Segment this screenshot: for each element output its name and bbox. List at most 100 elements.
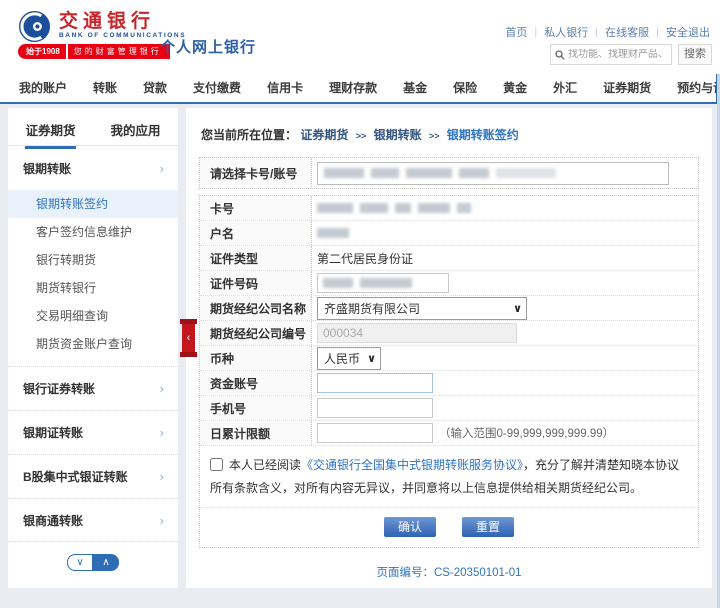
search-button[interactable]: 搜索 [678,44,712,65]
id-number-redacted [360,278,412,288]
daily-limit-input[interactable] [317,423,433,443]
sidebar-item-futures-to-bank[interactable]: 期货转银行 [8,274,178,302]
confirm-button[interactable]: 确认 [384,517,436,537]
link-online-service[interactable]: 在线客服 [605,24,649,40]
daily-limit-hint: （输入范围0-99,999,999,999.99） [439,425,614,441]
tagline-year: 始于1908 [18,44,66,59]
breadcrumb: 您当前所在位置： 证券期货 >> 银期转账 >> 银期转账签约 [201,126,699,143]
id-type-value: 第二代居民身份证 [317,250,413,267]
bank-tagline: 始于1908 您的财富管理银行 [18,44,170,58]
tab-securities-futures[interactable]: 证券期货 [8,108,93,145]
nav-funds[interactable]: 基金 [390,79,440,96]
sidebar-group-bank-futures-cert-transfer[interactable]: 银期证转账 › [8,410,178,454]
sidebar-item-futures-account-query[interactable]: 期货资金账户查询 [8,330,178,358]
sidebar-group-yinshangtong-transfer[interactable]: 银商通转账 › [8,498,178,542]
nav-transfer[interactable]: 转账 [80,79,130,96]
currency-dropdown[interactable]: 人民币 ∨ [317,347,381,370]
nav-credit-card[interactable]: 信用卡 [254,79,316,96]
nav-insurance[interactable]: 保险 [440,79,490,96]
currency-value: 人民币 [324,350,360,367]
mobile-input[interactable] [317,398,433,418]
futures-company-dropdown[interactable]: 齐盛期货有限公司 ∨ [317,297,527,320]
form-row-daily-limit: 日累计限额 （输入范围0-99,999,999,999.99） [200,421,698,446]
chevron-left-icon: ‹ [187,332,191,344]
agreement-prefix: 本人已经阅读 [229,458,301,472]
breadcrumb-prefix: 您当前所在位置： [201,128,297,142]
sidebar-item-transaction-detail-query[interactable]: 交易明细查询 [8,302,178,330]
search-icon [555,50,565,60]
card-number-redacted [496,168,556,178]
nav-my-accounts[interactable]: 我的账户 [6,79,80,96]
chevron-right-icon: › [160,425,164,440]
sidebar-group-bshare-transfer[interactable]: B股集中式银证转账 › [8,454,178,498]
card-number-redacted [395,203,411,213]
form-row-id-number: 证件号码 [200,271,698,296]
search-bar: 搜索 [550,44,712,65]
bank-name-cn: 交通银行 [59,10,186,32]
card-number-redacted [317,203,353,213]
nav-appointments-settings[interactable]: 预约与设置 [664,79,720,96]
select-arrow-icon: ∨ [507,302,522,315]
pager-up-button[interactable]: ∧ [93,554,119,571]
futures-company-code-input [317,323,517,343]
reset-button[interactable]: 重置 [462,517,514,537]
breadcrumb-separator: >> [356,131,367,141]
link-safe-logout[interactable]: 安全退出 [666,24,710,40]
chevron-right-icon: › [160,381,164,396]
chevron-right-icon: › [160,469,164,484]
futures-company-value: 齐盛期货有限公司 [324,300,420,317]
search-field-wrap [550,44,672,65]
sidebar: 证券期货 我的应用 银期转账 › 银期转账签约 客户签约信息维护 银行转期货 期… [8,108,178,588]
tagline-text: 您的财富管理银行 [68,44,170,59]
sidebar-item-signup-info-maintain[interactable]: 客户签约信息维护 [8,218,178,246]
sidebar-collapse-button[interactable]: ‹ [182,322,195,354]
agreement-link[interactable]: 《交通银行全国集中式银期转账服务协议》 [301,458,523,472]
pager-down-button[interactable]: ∨ [67,554,93,571]
agreement-checkbox[interactable] [210,458,223,471]
form-row-futures-company-code: 期货经纪公司编号 [200,321,698,346]
header: 交通银行 BANK OF COMMUNICATIONS 始于1908 您的财富管… [0,0,720,72]
breadcrumb-securities-futures[interactable]: 证券期货 [300,128,348,142]
form-row-card-number: 卡号 [200,196,698,221]
sidebar-submenu: 银期转账签约 客户签约信息维护 银行转期货 期货转银行 交易明细查询 期货资金账… [8,190,178,366]
form-row-funds-account: 资金账号 [200,371,698,396]
nav-loans[interactable]: 贷款 [130,79,180,96]
sidebar-group-bank-securities-transfer[interactable]: 银行证券转账 › [8,366,178,410]
sidebar-group-bank-futures-transfer[interactable]: 银期转账 › [8,146,178,190]
chevron-down-icon: ∨ [76,557,83,568]
account-name-redacted [317,228,349,238]
link-separator: | [656,26,659,38]
sidebar-pager: ∨ ∧ [8,554,178,571]
sidebar-tabs: 证券期货 我的应用 [8,108,178,146]
nav-wealth-deposit[interactable]: 理财存款 [316,79,390,96]
card-number-redacted [457,203,471,213]
breadcrumb-bank-futures-transfer[interactable]: 银期转账 [374,128,422,142]
button-row: 确认 重置 [200,508,698,547]
sidebar-item-signup[interactable]: 银期转账签约 [8,190,178,218]
breadcrumb-current: 银期转账签约 [447,128,519,142]
card-number-redacted [324,168,364,178]
main-nav: 我的账户 转账 贷款 支付缴费 信用卡 理财存款 基金 保险 黄金 外汇 证券期… [0,72,720,104]
link-home[interactable]: 首页 [505,24,527,40]
card-select-dropdown[interactable] [317,162,669,185]
card-number-redacted [371,168,399,178]
link-private-banking[interactable]: 私人银行 [544,24,588,40]
form-row-mobile: 手机号 [200,396,698,421]
nav-securities-futures[interactable]: 证券期货 [590,79,664,96]
nav-payments[interactable]: 支付缴费 [180,79,254,96]
tab-my-apps[interactable]: 我的应用 [93,108,178,145]
agreement-row: 本人已经阅读《交通银行全国集中式银期转账服务协议》，充分了解并清楚知晓本协议所有… [200,446,698,508]
chevron-up-icon: ∧ [102,557,109,568]
page-code: 页面编号：CS-20350101-01 [199,564,699,580]
nav-gold[interactable]: 黄金 [490,79,540,96]
chevron-right-icon: › [160,513,164,528]
nav-forex[interactable]: 外汇 [540,79,590,96]
search-input[interactable] [568,49,667,60]
id-number-redacted [323,278,353,288]
chevron-right-icon: › [160,161,164,176]
sidebar-item-bank-to-futures[interactable]: 银行转期货 [8,246,178,274]
link-separator: | [534,26,537,38]
select-arrow-icon: ∨ [361,352,376,365]
breadcrumb-separator: >> [429,131,440,141]
funds-account-input[interactable] [317,373,433,393]
